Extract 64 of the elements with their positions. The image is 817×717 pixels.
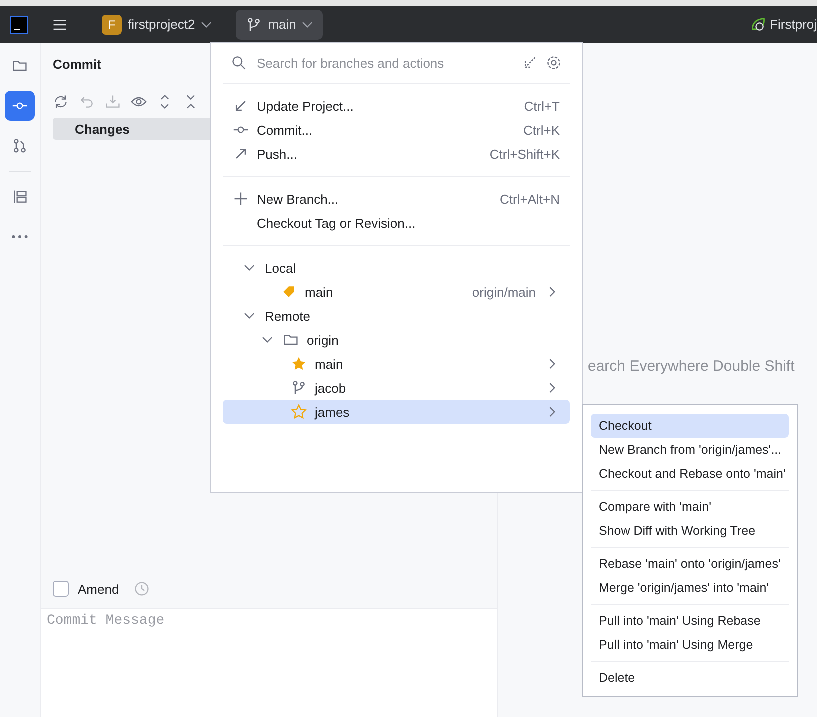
chevron-down-icon [262,337,272,343]
tree-item[interactable]: main origin/main [223,280,570,304]
star-icon [291,356,307,372]
action-item[interactable]: Push... Ctrl+Shift+K [223,142,570,166]
run-configuration[interactable]: Firstproj [750,16,817,32]
power-leaf-icon [750,16,766,32]
tree-label: jacob [315,380,346,396]
panel-title: Commit [53,58,102,71]
search-icon [231,55,247,71]
tree-group[interactable]: Local [223,256,570,280]
branch-selector[interactable]: main [236,10,324,40]
collapse-arrow-icon [522,55,538,71]
menu-item[interactable]: New Branch from 'origin/james'... [591,438,789,462]
amend-label: Amend [78,582,120,596]
tree-item[interactable]: main [223,352,570,376]
tree-label: Local [265,260,296,276]
action-item[interactable]: Update Project... Ctrl+T [223,94,570,118]
menu-item[interactable]: Pull into 'main' Using Rebase [591,609,789,633]
project-avatar: F [102,14,122,34]
settings-icon [546,55,562,71]
branch-icon [291,380,307,396]
menu-item[interactable]: Checkout [591,414,789,438]
menu-item[interactable]: Show Diff with Working Tree [591,519,789,543]
chevron-down-icon [201,22,212,28]
tag-icon [281,284,297,300]
menu-item[interactable]: Pull into 'main' Using Merge [591,633,789,657]
history-icon [134,581,150,597]
chevron-down-icon [244,313,254,319]
menu-item[interactable]: Delete [591,666,789,690]
chevron-down-icon [244,265,254,271]
menu-item[interactable]: Checkout and Rebase onto 'main' [591,462,789,486]
menu-item[interactable]: Compare with 'main' [591,495,789,519]
tree-group[interactable]: Remote [223,304,570,328]
editor-hint: earch Everywhere Double Shift [588,358,795,376]
menu-item[interactable]: Merge 'origin/james' into 'main' [591,576,789,600]
tree-item[interactable]: jacob [223,376,570,400]
refresh-icon [53,94,69,110]
tracking-branch: origin/main [472,284,536,300]
tree-label: james [315,404,350,420]
tree-item[interactable]: origin [223,328,570,352]
chevron-down-icon [302,22,314,28]
pull-requests-icon [12,138,28,154]
plus-icon [233,191,249,207]
folder-icon [12,58,28,74]
action-item[interactable]: Commit... Ctrl+K [223,118,570,142]
folder-icon [283,332,299,348]
tree-label: origin [307,332,339,348]
tree-label: Remote [265,308,311,324]
tree-label: main [315,356,344,372]
project-selector[interactable]: F firstproject2 [92,10,222,40]
amend-checkbox[interactable] [53,581,69,597]
menu-item[interactable]: Rebase 'main' onto 'origin/james' [591,552,789,576]
app-logo[interactable] [10,16,28,34]
branch-icon [246,16,262,32]
download-icon [105,94,121,110]
star-outline-icon [291,404,307,420]
structure-icon [12,189,28,205]
action-item[interactable]: Checkout Tag or Revision... [223,211,570,235]
action-item[interactable]: New Branch... Ctrl+Alt+N [223,187,570,211]
tree-item[interactable]: james [223,400,570,424]
more-icon [12,235,28,239]
tree-label: main [305,284,334,300]
commit-message-field[interactable]: Commit Message [41,608,497,717]
commit-tool-button[interactable] [5,91,35,121]
